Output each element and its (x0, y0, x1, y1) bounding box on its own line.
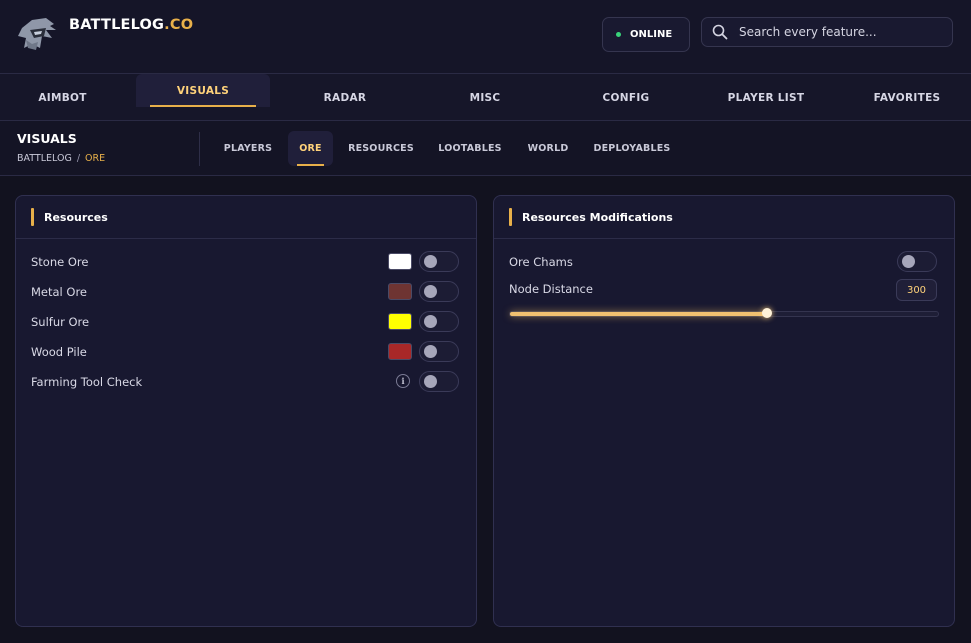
toggle-sulfur-ore[interactable] (419, 311, 459, 332)
color-swatch-wood-pile[interactable] (388, 343, 412, 360)
panel-header: Resources Modifications (494, 196, 954, 239)
toggle-knob (424, 375, 437, 388)
color-swatch-sulfur-ore[interactable] (388, 313, 412, 330)
breadcrumb-current: ORE (85, 153, 106, 164)
subtab-deployables[interactable]: DEPLOYABLES (589, 131, 675, 166)
search-icon (712, 24, 728, 40)
subtab-resources[interactable]: RESOURCES (343, 131, 419, 166)
panel-accent-bar (31, 208, 34, 226)
toggle-knob (902, 255, 915, 268)
setting-label: Stone Ore (31, 255, 89, 269)
panel-accent-bar (509, 208, 512, 226)
toggle-knob (424, 285, 437, 298)
search-input[interactable] (739, 25, 939, 39)
toggle-stone-ore[interactable] (419, 251, 459, 272)
tab-label: VISUALS (176, 84, 230, 97)
color-swatch-metal-ore[interactable] (388, 283, 412, 300)
panel-title: Resources (44, 210, 108, 224)
breadcrumb-root[interactable]: BATTLELOG (17, 153, 72, 164)
setting-label: Ore Chams (509, 255, 573, 269)
setting-label: Node Distance (509, 282, 593, 296)
brand-main: BATTLELOG (69, 17, 165, 33)
resources-panel: Resources Stone Ore Metal Ore Sulfur Ore… (15, 195, 477, 627)
setting-row-node-distance: Node Distance (509, 278, 593, 300)
tab-aimbot[interactable]: AIMBOT (0, 74, 125, 121)
node-distance-value[interactable]: 300 (896, 279, 937, 301)
setting-row-sulfur-ore: Sulfur Ore (31, 311, 89, 333)
subtab-world[interactable]: WORLD (521, 131, 575, 166)
tab-favorites[interactable]: FAVORITES (843, 74, 971, 121)
setting-label: Wood Pile (31, 345, 87, 359)
divider (199, 132, 200, 166)
subtab-label: ORE (299, 143, 322, 154)
tab-label: RADAR (323, 91, 367, 104)
setting-row-stone-ore: Stone Ore (31, 251, 88, 273)
node-distance-slider[interactable] (509, 308, 939, 318)
active-tab-underline (150, 105, 256, 107)
tab-label: CONFIG (602, 91, 650, 104)
toggle-metal-ore[interactable] (419, 281, 459, 302)
breadcrumb: BATTLELOG / ORE (17, 153, 105, 164)
toggle-knob (424, 315, 437, 328)
panel-title: Resources Modifications (522, 210, 673, 224)
tab-misc[interactable]: MISC (420, 74, 550, 121)
subtab-lootables[interactable]: LOOTABLES (433, 131, 507, 166)
setting-label: Sulfur Ore (31, 315, 90, 329)
toggle-wood-pile[interactable] (419, 341, 459, 362)
setting-label: Farming Tool Check (31, 375, 143, 389)
tab-label: AIMBOT (38, 91, 87, 104)
logo-icon (18, 18, 56, 50)
sub-header: VISUALS BATTLELOG / ORE PLAYERS ORE RESOUR… (0, 121, 971, 176)
tab-visuals[interactable]: VISUALS (136, 74, 270, 107)
top-bar: BATTLELOG.CO ONLINE (0, 0, 971, 74)
modifications-panel: Resources Modifications Ore Chams Node D… (493, 195, 955, 627)
active-subtab-underline (297, 164, 324, 166)
main-nav: AIMBOT VISUALS RADAR MISC CONFIG PLAYER … (0, 74, 971, 121)
setting-row-metal-ore: Metal Ore (31, 281, 87, 303)
setting-label: Metal Ore (31, 285, 88, 299)
slider-thumb[interactable] (761, 308, 772, 318)
status-label: ONLINE (630, 29, 673, 40)
tab-label: PLAYER LIST (727, 91, 805, 104)
brand-suffix: .CO (164, 17, 194, 33)
subtab-label: DEPLOYABLES (593, 143, 671, 154)
info-icon[interactable]: i (396, 374, 410, 388)
setting-row-wood-pile: Wood Pile (31, 341, 87, 363)
tab-player-list[interactable]: PLAYER LIST (701, 74, 831, 121)
setting-row-ore-chams: Ore Chams (509, 251, 573, 273)
status-indicator-icon (616, 32, 621, 37)
toggle-knob (424, 345, 437, 358)
toggle-farming-tool-check[interactable] (419, 371, 459, 392)
toggle-ore-chams[interactable] (897, 251, 937, 272)
panel-header: Resources (16, 196, 476, 239)
tab-config[interactable]: CONFIG (561, 74, 691, 121)
slider-fill (510, 312, 767, 316)
tab-radar[interactable]: RADAR (280, 74, 410, 121)
breadcrumb-separator: / (76, 153, 81, 164)
subtab-label: PLAYERS (223, 143, 273, 154)
subtab-ore[interactable]: ORE (288, 131, 333, 166)
color-swatch-stone-ore[interactable] (388, 253, 412, 270)
setting-row-farming-tool-check: Farming Tool Check (31, 371, 142, 393)
subtab-label: RESOURCES (348, 143, 414, 154)
toggle-knob (424, 255, 437, 268)
tab-label: MISC (469, 91, 501, 104)
subtab-label: WORLD (527, 143, 569, 154)
page-title: VISUALS (17, 131, 77, 146)
subtab-label: LOOTABLES (438, 143, 502, 154)
status-badge: ONLINE (602, 17, 690, 52)
search-box[interactable] (701, 17, 953, 47)
brand-name: BATTLELOG.CO (69, 17, 193, 33)
tab-label: FAVORITES (873, 91, 941, 104)
subtab-players[interactable]: PLAYERS (216, 131, 280, 166)
